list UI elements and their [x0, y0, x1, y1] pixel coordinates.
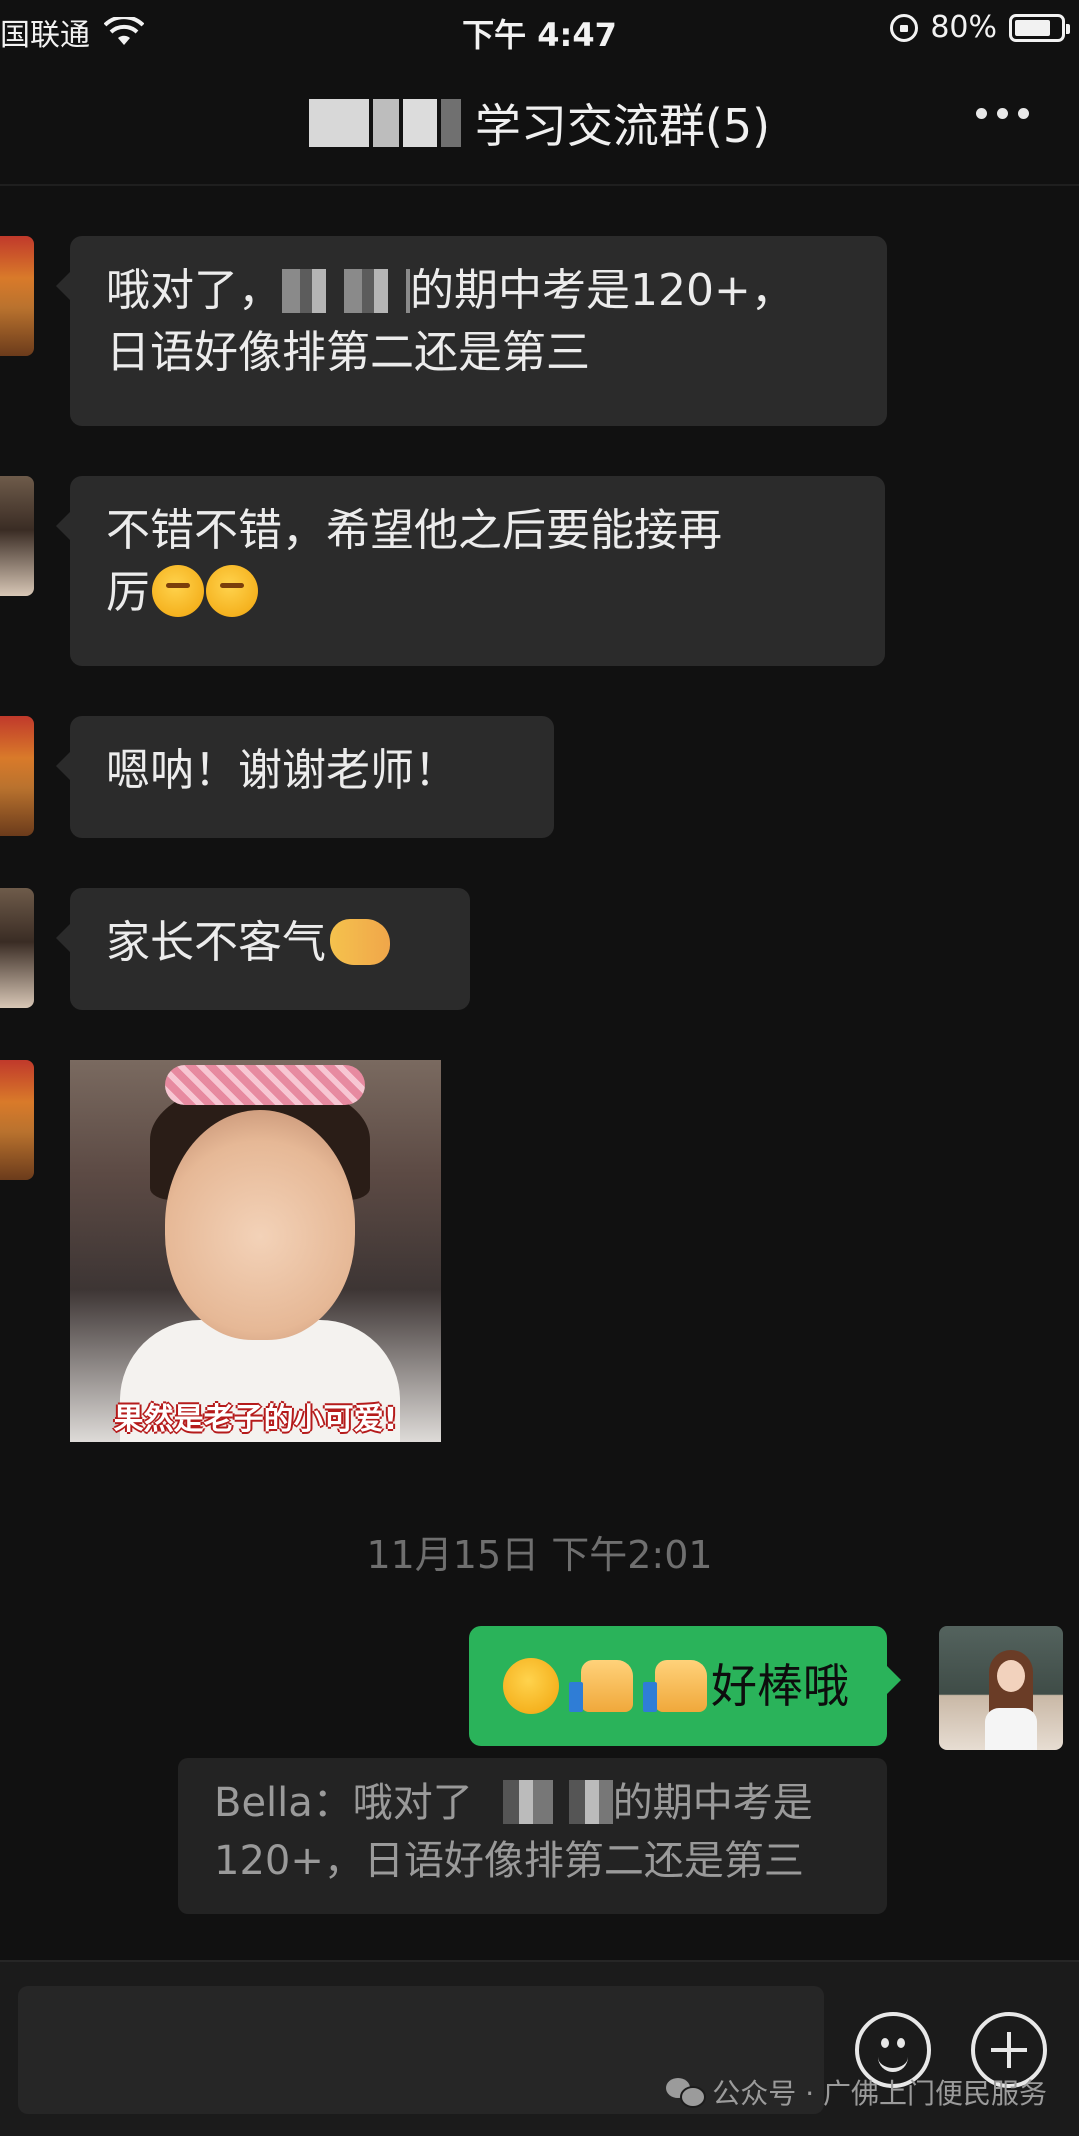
- chat-title[interactable]: 学习交流群(5): [0, 90, 1079, 156]
- emoji-eye: [897, 2038, 905, 2048]
- redacted-block: [402, 99, 437, 147]
- chat-timestamp: 11月15日 下午2:01: [366, 1533, 713, 1577]
- avatar-dress: [985, 1708, 1037, 1750]
- message-text: 家长不客气: [106, 917, 326, 968]
- determined-face-emoji: [152, 565, 204, 617]
- handshake-emoji: [330, 919, 390, 965]
- status-right: 80%: [890, 10, 1070, 45]
- message-bubble[interactable]: 不错不错，希望他之后要能接再 厉: [56, 476, 885, 666]
- redacted-group-name: [308, 99, 461, 147]
- battery-percent: 80%: [930, 10, 997, 45]
- message-bubble[interactable]: 家长不客气: [56, 888, 470, 1010]
- avatar-parent[interactable]: [0, 716, 34, 836]
- sticker-bow: [165, 1065, 365, 1105]
- avatar-parent[interactable]: [0, 236, 34, 356]
- wechat-logo-icon: [666, 2078, 707, 2108]
- emoji-eye: [881, 2038, 889, 2048]
- determined-face-emoji: [206, 565, 258, 617]
- thumbs-up-emoji: [643, 1660, 707, 1712]
- avatar-self[interactable]: [939, 1626, 1063, 1750]
- own-message-text: 好棒哦: [711, 1659, 849, 1713]
- battery-icon: [1009, 13, 1070, 42]
- own-message-bubble[interactable]: 好棒哦: [469, 1626, 901, 1746]
- watermark-text: 公众号 · 广佛上门便民服务: [712, 2077, 1047, 2110]
- shushing-face-emoji: [503, 1658, 559, 1714]
- avatar-face: [997, 1660, 1025, 1692]
- sticker-face: [165, 1110, 355, 1340]
- avatar-teacher[interactable]: [0, 476, 34, 596]
- thumbs-up-emoji: [569, 1660, 633, 1712]
- message-text: 日语好像排第二还是第三: [106, 327, 590, 378]
- redacted-block: [440, 99, 461, 147]
- message-line: 厉: [106, 562, 849, 624]
- more-options-button[interactable]: [976, 108, 1029, 119]
- message-line: 哦对了， 的期中考是120+，: [106, 260, 851, 322]
- redacted-block: [308, 99, 369, 147]
- redacted-block: [372, 99, 399, 147]
- quote-text: Bella：哦对了: [214, 1780, 473, 1826]
- chat-header: 学习交流群(5): [0, 60, 1079, 186]
- message-text: 的期中考是120+，: [410, 265, 795, 316]
- message-text: 厉: [106, 567, 150, 618]
- quote-text: 的期中考是: [612, 1780, 813, 1826]
- wechat-bubble: [680, 2086, 707, 2108]
- watermark: 公众号 · 广佛上门便民服务: [666, 2072, 1047, 2112]
- message-line: 家长不客气: [106, 912, 434, 974]
- message-text: 哦对了，: [106, 265, 282, 316]
- quote-text: 120+，日语好像排第二还是第三: [214, 1838, 804, 1884]
- redacted-name: [502, 1780, 613, 1824]
- avatar-parent[interactable]: [0, 1060, 34, 1180]
- orientation-lock-icon: [890, 13, 919, 42]
- sticker-image[interactable]: 果然是老子的小可爱!: [70, 1060, 441, 1442]
- chat-title-text: 学习交流群(5): [474, 99, 771, 153]
- more-dot: [1018, 108, 1029, 119]
- status-bar: 国联通 下午 4:47 80%: [0, 0, 1079, 60]
- quote-line: Bella：哦对了 的期中考是: [214, 1774, 851, 1832]
- plus-icon: [1007, 2032, 1011, 2068]
- sticker-caption: 果然是老子的小可爱!: [113, 1402, 398, 1437]
- message-list[interactable]: 哦对了， 的期中考是120+， 日语好像排第二还是第三 不错不错，希望他之后要能接…: [0, 186, 1079, 1960]
- redacted-name: [282, 269, 410, 313]
- emoji-mouth: [878, 2054, 908, 2072]
- message-bubble[interactable]: 嗯呐！谢谢老师！: [56, 716, 554, 838]
- more-dot: [997, 108, 1008, 119]
- avatar-teacher[interactable]: [0, 888, 34, 1008]
- more-dot: [976, 108, 987, 119]
- message-text: 不错不错，希望他之后要能接再: [106, 505, 722, 556]
- message-text: 嗯呐！谢谢老师！: [106, 745, 458, 796]
- quoted-message[interactable]: Bella：哦对了 的期中考是 120+，日语好像排第二还是第三: [178, 1758, 887, 1914]
- message-bubble[interactable]: 哦对了， 的期中考是120+， 日语好像排第二还是第三: [56, 236, 887, 426]
- battery-fill: [1015, 19, 1051, 36]
